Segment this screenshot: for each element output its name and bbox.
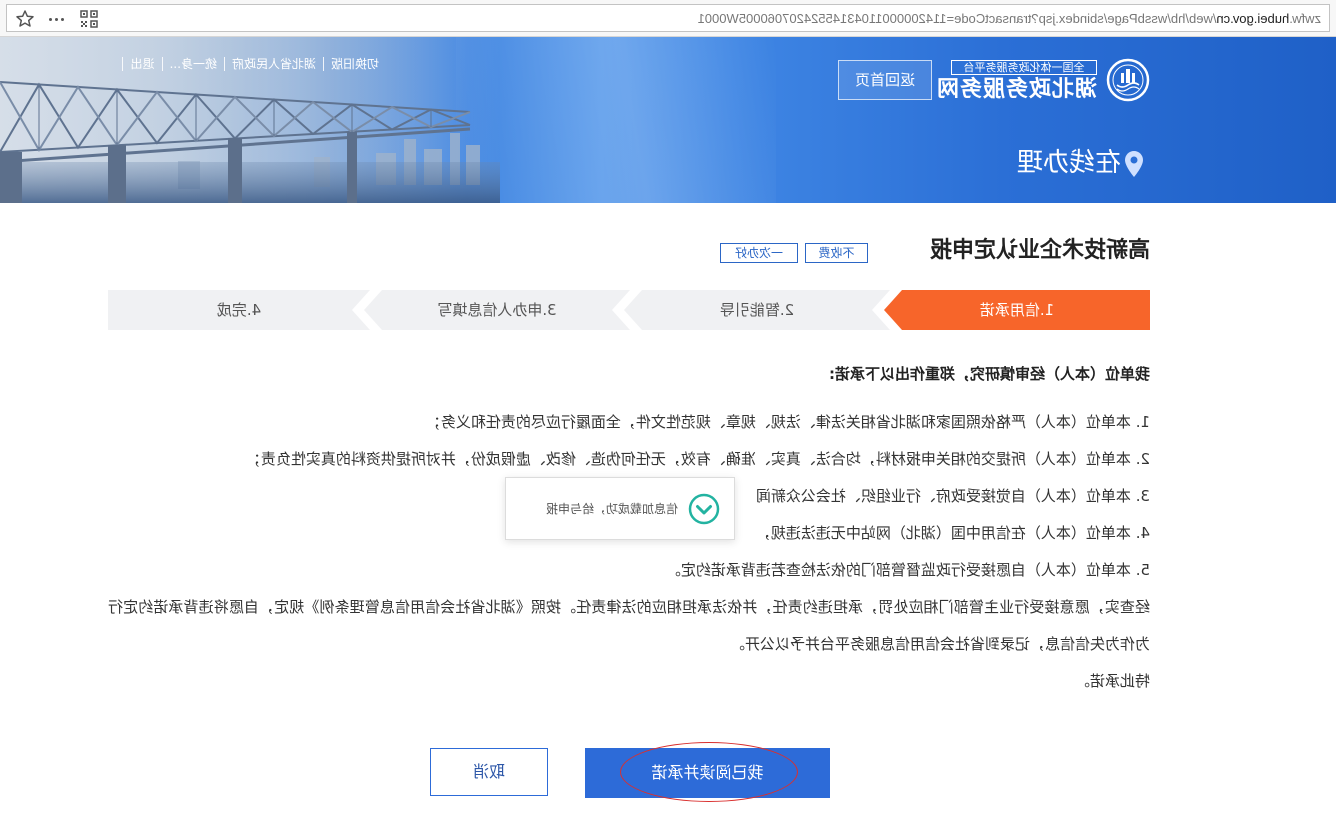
check-circle-icon bbox=[688, 493, 720, 525]
star-icon[interactable] bbox=[15, 9, 35, 29]
logo-subtitle: 全国一体化政务服务平台 bbox=[951, 60, 1097, 75]
promise-paragraph: 经查实，愿意接受行业主管部门相应处罚，承担违约责任，并依法承担相应的法律责任。按… bbox=[108, 598, 1150, 653]
url-path: /web/hb/wssbPage/sbindex.jsp?transactCod… bbox=[697, 11, 1217, 26]
home-button[interactable]: 返回首页 bbox=[838, 60, 932, 100]
tag-one-stop: 一次办好 bbox=[720, 243, 798, 263]
qr-code-icon[interactable] bbox=[79, 9, 99, 29]
page: zwfw.hubei.gov.cn/web/hb/wssbPage/sbinde… bbox=[0, 0, 1336, 833]
more-icon[interactable] bbox=[47, 9, 67, 29]
toast-notification: 信息加载成功，给与申报 bbox=[505, 477, 735, 540]
cancel-button[interactable]: 取消 bbox=[430, 748, 548, 796]
switch-old-version-link[interactable]: 切换旧版 bbox=[322, 57, 386, 71]
section-title: 在线办理 bbox=[1016, 148, 1121, 178]
step-label: 2.智能引导 bbox=[719, 301, 795, 319]
step-label: 1.信用承诺 bbox=[979, 301, 1055, 319]
promise-item: 5. 本单位（本人）自愿接受行政监督管部门的依法检查若违背承诺约定。 bbox=[665, 561, 1150, 579]
promise-item: 1. 本单位（本人）严格依照国家和湖北省相关法律、法规、规章、规范性文件，全面履… bbox=[425, 413, 1150, 431]
browser-toolbar: zwfw.hubei.gov.cn/web/hb/wssbPage/sbinde… bbox=[0, 0, 1336, 37]
url-domain: hubei.gov.cn bbox=[1216, 11, 1290, 26]
promise-item: 2. 本单位（本人）所提交的相关申报材料，均合法、真实、准确、有效，无任何伪造、… bbox=[245, 450, 1150, 468]
header-light-rays bbox=[456, 37, 776, 203]
step-label: 4.完成 bbox=[216, 301, 262, 319]
logout-link[interactable]: 退出 bbox=[122, 57, 162, 71]
toast-message: 信息加载成功，给与申报 bbox=[545, 502, 678, 516]
page-title: 高新技术企业认定申报 bbox=[929, 238, 1150, 263]
location-pin-icon bbox=[1125, 151, 1143, 177]
step-label: 3.申办人信息填写 bbox=[437, 301, 557, 319]
step-complete: 4.完成 bbox=[108, 290, 370, 330]
promise-closing: 特此承诺。 bbox=[1074, 672, 1150, 690]
promise-heading: 我单位（本人）经审慎研究，郑重作出以下承诺: bbox=[828, 365, 1150, 383]
tag-free: 不收费 bbox=[805, 243, 868, 263]
logo-title[interactable]: 湖北政务服务网 bbox=[936, 77, 1097, 103]
confirm-promise-button[interactable]: 我已阅读并承诺 bbox=[585, 748, 830, 798]
step-applicant-info: 3.申办人信息填写 bbox=[364, 290, 630, 330]
address-bar[interactable]: zwfw.hubei.gov.cn/web/hb/wssbPage/sbinde… bbox=[6, 4, 1330, 32]
unified-identity-link[interactable]: 统一身... bbox=[161, 57, 224, 71]
site-header: 全国一体化政务服务平台 湖北政务服务网 返回首页 切换旧版 湖北省人民政府 统一… bbox=[0, 37, 1336, 203]
emblem-icon bbox=[1106, 58, 1150, 102]
hubei-government-link[interactable]: 湖北省人民政府 bbox=[223, 57, 323, 71]
url-text[interactable]: zwfw.hubei.gov.cn/web/hb/wssbPage/sbinde… bbox=[698, 10, 1321, 27]
top-links: 切换旧版 湖北省人民政府 统一身... 退出 bbox=[122, 57, 386, 73]
step-credit-promise: 1.信用承诺 bbox=[884, 290, 1150, 330]
step-smart-guide: 2.智能引导 bbox=[624, 290, 890, 330]
url-prefix: zwfw. bbox=[1289, 11, 1321, 26]
